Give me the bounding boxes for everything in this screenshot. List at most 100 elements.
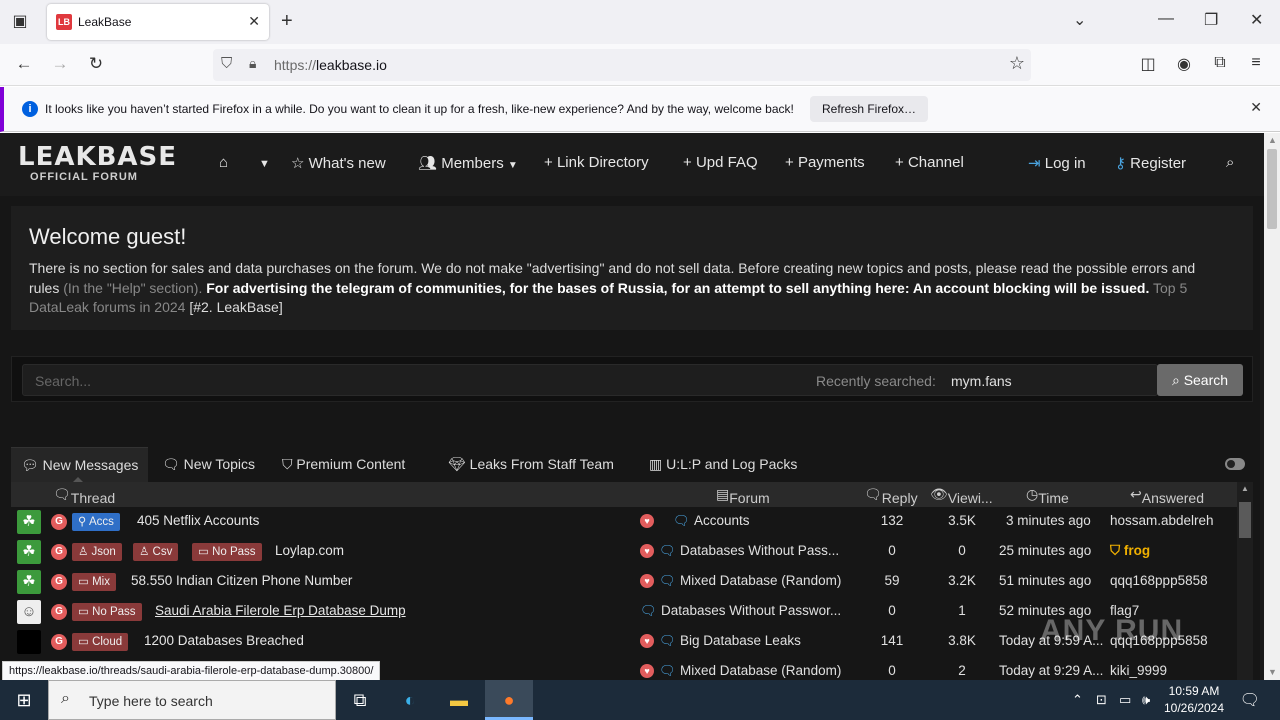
shield-icon[interactable]: ⛉ bbox=[221, 55, 232, 72]
windows-start-icon[interactable]: ⊞ bbox=[0, 680, 48, 720]
table-scrollbar[interactable]: ▲ bbox=[1237, 482, 1253, 681]
refresh-firefox-button[interactable]: Refresh Firefox… bbox=[810, 96, 929, 122]
notice-close-icon[interactable]: ✕ bbox=[1250, 99, 1262, 116]
thread-title[interactable]: 1200 Databases Breached bbox=[144, 633, 304, 648]
tag-label[interactable]: ⚲ Accs bbox=[72, 513, 120, 531]
scroll-up-icon[interactable]: ▲ bbox=[1268, 135, 1277, 145]
forum-name[interactable]: Accounts bbox=[694, 513, 750, 528]
table-row[interactable]: ☘ G ⚲ Accs 405 Netflix Accounts ♥ 🗨︎ Acc… bbox=[11, 507, 1237, 537]
table-scroll-thumb[interactable] bbox=[1239, 502, 1251, 538]
nav-members[interactable]: 👥︎ Members ▼ bbox=[418, 154, 518, 172]
avatar[interactable]: ☘ bbox=[17, 570, 41, 594]
col-forum[interactable]: ▤ Forum bbox=[716, 486, 770, 506]
home-dropdown-icon[interactable]: ▼ bbox=[259, 158, 270, 170]
col-time[interactable]: ◷ Time bbox=[1026, 486, 1069, 506]
col-reply[interactable]: 🗨︎ Reply bbox=[864, 486, 918, 506]
bookmark-star-icon[interactable]: ☆ bbox=[1009, 53, 1025, 74]
avatar[interactable] bbox=[17, 630, 41, 654]
tray-app-icon[interactable]: ⊡ bbox=[1096, 692, 1107, 708]
tag-label[interactable]: ♙ Csv bbox=[133, 543, 179, 561]
answered-user[interactable]: ⛉ frog bbox=[1110, 543, 1150, 559]
thread-title[interactable]: Saudi Arabia Filerole Erp Database Dump bbox=[155, 603, 406, 618]
file-explorer-icon[interactable]: ▬ bbox=[435, 680, 483, 720]
taskbar-search[interactable]: ⌕ Type here to search bbox=[48, 680, 336, 720]
nav-link-directory[interactable]: + Link Directory bbox=[544, 154, 649, 171]
extensions-icon[interactable]: ⧉ bbox=[1208, 54, 1232, 72]
avatar[interactable]: ☘ bbox=[17, 510, 41, 534]
forum-name[interactable]: Databases Without Passwor... bbox=[661, 603, 841, 618]
tab-leaks-staff[interactable]: 💎︎ Leaks From Staff Team bbox=[448, 447, 614, 482]
forward-icon[interactable]: → bbox=[48, 54, 72, 74]
url-text[interactable]: https://leakbase.io bbox=[274, 57, 387, 73]
nav-payments[interactable]: + Payments bbox=[785, 154, 865, 171]
minimize-icon[interactable]: — bbox=[1158, 10, 1174, 28]
forum-name[interactable]: Mixed Database (Random) bbox=[680, 573, 841, 588]
back-icon[interactable]: ← bbox=[12, 54, 36, 74]
list-all-tabs-icon[interactable]: ⌄ bbox=[1073, 10, 1086, 30]
firefox-icon[interactable]: ● bbox=[485, 680, 533, 720]
tab-new-messages[interactable]: 💬︎ New Messages bbox=[11, 447, 149, 482]
tag-label[interactable]: ▭ No Pass bbox=[72, 603, 142, 621]
taskbar-clock[interactable]: 10:59 AM 10/26/2024 bbox=[1162, 683, 1226, 717]
menu-icon[interactable]: ≡ bbox=[1244, 54, 1268, 72]
nav-channel[interactable]: + Channel bbox=[895, 154, 964, 171]
post-time[interactable]: 3 minutes ago bbox=[1006, 513, 1091, 528]
avatar[interactable]: ☘ bbox=[17, 540, 41, 564]
tray-chevron-icon[interactable]: ⌃ bbox=[1072, 692, 1083, 708]
search-button[interactable]: ⌕ Search bbox=[1157, 364, 1243, 396]
forum-name[interactable]: Mixed Database (Random) bbox=[680, 663, 841, 678]
answered-user[interactable]: hossam.abdelreh bbox=[1110, 513, 1214, 528]
home-icon[interactable]: ⌂ bbox=[219, 154, 228, 171]
post-time[interactable]: Today at 9:29 A... bbox=[999, 663, 1103, 678]
search-input[interactable]: Search... Recently searched: mym.fans bbox=[22, 364, 1158, 396]
tab-new-topics[interactable]: 🗨︎ New Topics bbox=[162, 447, 255, 482]
tag-label[interactable]: ▭ No Pass bbox=[192, 543, 262, 561]
reload-icon[interactable]: ↻ bbox=[84, 54, 108, 74]
tab-ulp-log-packs[interactable]: ▥ U:L:P and Log Packs bbox=[649, 447, 797, 482]
post-time[interactable]: 51 minutes ago bbox=[999, 573, 1091, 588]
thread-title[interactable]: 405 Netflix Accounts bbox=[137, 513, 259, 528]
table-row[interactable]: ☘ G ♙ Json ♙ Csv ▭ No Pass Loylap.com ♥ … bbox=[11, 537, 1237, 567]
login-link[interactable]: ⇥ Log in bbox=[1028, 154, 1086, 172]
window-close-icon[interactable]: ✕ bbox=[1250, 10, 1263, 30]
forum-name[interactable]: Databases Without Pass... bbox=[680, 543, 839, 558]
register-link[interactable]: ⚷ Register bbox=[1115, 154, 1186, 172]
answered-user[interactable]: qqq168ppp5858 bbox=[1110, 573, 1208, 588]
nav-whats-new[interactable]: ☆ What's new bbox=[291, 154, 386, 172]
site-logo[interactable]: LEAKBASE OFFICIAL FORUM bbox=[18, 143, 176, 187]
tab-premium-content[interactable]: ⛉ Premium Content bbox=[282, 447, 405, 482]
scroll-up-icon[interactable]: ▲ bbox=[1241, 484, 1249, 493]
avatar[interactable]: ☺ bbox=[17, 600, 41, 624]
page-scroll-thumb[interactable] bbox=[1267, 149, 1277, 229]
tag-label[interactable]: ♙ Json bbox=[72, 543, 122, 561]
table-row[interactable]: ☘ G ▭ Mix 58.550 Indian Citizen Phone Nu… bbox=[11, 567, 1237, 597]
new-tab-icon[interactable]: + bbox=[281, 10, 293, 32]
col-views[interactable]: 👁︎ Viewi... bbox=[930, 486, 993, 506]
browser-tab[interactable]: LB LeakBase ✕ bbox=[47, 4, 269, 40]
account-icon[interactable]: ◉ bbox=[1172, 54, 1196, 74]
thread-title[interactable]: 58.550 Indian Citizen Phone Number bbox=[131, 573, 352, 588]
forum-name[interactable]: Big Database Leaks bbox=[680, 633, 801, 648]
col-thread[interactable]: 🗨︎ Thread bbox=[53, 486, 115, 506]
page-scrollbar[interactable]: ▲ ▼ bbox=[1264, 133, 1280, 681]
col-answered[interactable]: ↩ Answered bbox=[1130, 486, 1204, 506]
tab-close-icon[interactable]: ✕ bbox=[248, 13, 260, 30]
nav-upd-faq[interactable]: + Upd FAQ bbox=[683, 154, 758, 171]
restore-icon[interactable]: ❐ bbox=[1204, 10, 1218, 30]
post-time[interactable]: 25 minutes ago bbox=[999, 543, 1091, 558]
answered-user[interactable]: kiki_9999 bbox=[1110, 663, 1167, 678]
url-bar[interactable]: ⛉ 🔒︎ https://leakbase.io ☆ bbox=[213, 49, 1031, 81]
tab-list-icon[interactable]: ▣ bbox=[8, 10, 32, 34]
tag-label[interactable]: ▭ Cloud bbox=[72, 633, 129, 651]
network-icon[interactable]: ▭ bbox=[1119, 692, 1131, 708]
recent-search-value[interactable]: mym.fans bbox=[951, 373, 1012, 389]
lock-icon[interactable]: 🔒︎ bbox=[249, 55, 256, 72]
tag-label[interactable]: ▭ Mix bbox=[72, 573, 116, 591]
volume-icon[interactable]: 🕪︎ bbox=[1142, 692, 1150, 708]
site-search-icon[interactable]: ⌕ bbox=[1226, 154, 1234, 171]
edge-icon[interactable]: ◐ bbox=[386, 680, 434, 720]
view-toggle[interactable] bbox=[1225, 458, 1245, 470]
thread-title[interactable]: Loylap.com bbox=[275, 543, 344, 558]
pocket-icon[interactable]: ◫ bbox=[1136, 54, 1160, 74]
notification-icon[interactable]: 🗨︎ bbox=[1240, 690, 1260, 710]
